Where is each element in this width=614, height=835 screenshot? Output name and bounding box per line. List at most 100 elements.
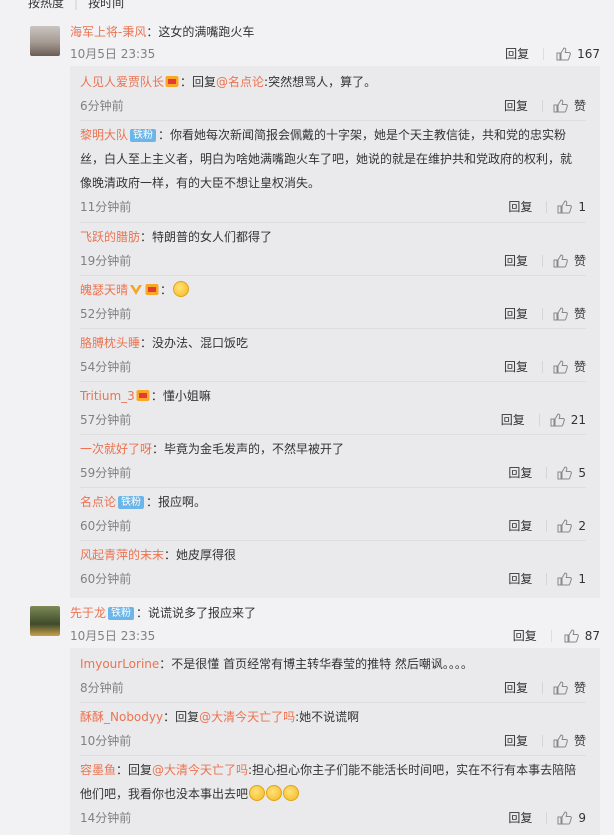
- reply-item: 一次就好了呀：毕竟为金毛发声的，不然早被开了 59分钟前 回复 5: [80, 437, 586, 488]
- reply-list: ImyourLorine：不是很懂 首页经常有博主转华春莹的推特 然后嘲讽。。。…: [70, 648, 600, 835]
- reply-meta: 11分钟前 回复 1: [80, 195, 586, 219]
- like-icon[interactable]: [557, 519, 573, 533]
- reply-button[interactable]: 回复: [505, 45, 529, 62]
- like-icon[interactable]: [553, 681, 568, 695]
- reply-actions: 回复 21: [501, 408, 586, 432]
- reply-line: 胳膊枕头睡：没办法、混口饭吃: [80, 331, 586, 355]
- reply-actions: 回复 1: [508, 567, 586, 591]
- reply-button[interactable]: 回复: [513, 627, 537, 644]
- comment-line: 海军上将-秉风：这女的满嘴跑火车: [70, 23, 254, 40]
- reply-username[interactable]: 酥酥_Nobodyy: [80, 710, 163, 724]
- reply-meta: 10分钟前 回复 赞: [80, 729, 586, 753]
- reply-username[interactable]: 风起青萍的末末: [80, 548, 164, 562]
- like-count: 赞: [573, 254, 586, 268]
- reply-line: 酥酥_Nobodyy：回复@大清今天亡了吗:她不说谎啊: [80, 705, 586, 729]
- like-icon[interactable]: [553, 307, 568, 321]
- reply-button[interactable]: 回复: [508, 514, 532, 538]
- avatar[interactable]: [30, 26, 60, 56]
- comment-time: 10月5日 23:35: [70, 47, 156, 61]
- reply-button[interactable]: 回复: [504, 249, 528, 273]
- action-divider: [538, 414, 540, 426]
- like-icon[interactable]: [557, 572, 573, 586]
- reply-button[interactable]: 回复: [508, 567, 532, 591]
- action-divider: [541, 308, 543, 320]
- reply-actions: 回复 赞: [504, 94, 586, 118]
- reply-divider: [80, 702, 586, 703]
- action-divider: [541, 255, 543, 267]
- reply-username[interactable]: Tritium_3: [80, 389, 135, 403]
- like-icon[interactable]: [550, 413, 565, 427]
- reply-divider: [80, 381, 586, 382]
- reply-button[interactable]: 回复: [504, 302, 528, 326]
- action-divider: [541, 100, 543, 112]
- fan-badge: 铁粉: [118, 496, 145, 509]
- action-divider: [550, 629, 552, 642]
- reply-actions: 回复 赞: [504, 729, 586, 753]
- comment-actions: 回复 87: [513, 627, 600, 644]
- reply-username[interactable]: 魄瑟天晴: [80, 283, 128, 297]
- comment-text: ：说谎说多了报应来了: [136, 606, 257, 620]
- reply-button[interactable]: 回复: [504, 729, 528, 753]
- reply-username[interactable]: 黎明大队: [80, 128, 128, 142]
- reply-button[interactable]: 回复: [508, 461, 532, 485]
- reply-text-cont: :突然想骂人，算了。: [264, 75, 377, 89]
- reply-username[interactable]: 人见人爱贾队长: [80, 75, 164, 89]
- action-divider: [541, 682, 543, 694]
- reply-username[interactable]: ImyourLorine: [80, 657, 159, 671]
- avatar[interactable]: [30, 606, 60, 636]
- mention-link[interactable]: @名点论: [216, 75, 264, 89]
- reply-line: 人见人爱贾队长 ：回复@名点论:突然想骂人，算了。: [80, 70, 586, 94]
- reply-text: ：没办法、混口饭吃: [140, 336, 249, 350]
- like-count: 赞: [573, 360, 586, 374]
- verified-v-icon: [130, 285, 143, 295]
- reply-line: ImyourLorine：不是很懂 首页经常有博主转华春莹的推特 然后嘲讽。。。…: [80, 652, 586, 676]
- comment-username[interactable]: 海军上将-秉风: [70, 25, 146, 39]
- vip-member-icon: [136, 390, 150, 401]
- like-icon[interactable]: [557, 200, 573, 214]
- reply-username[interactable]: 一次就好了呀: [80, 442, 152, 456]
- like-icon[interactable]: [556, 46, 571, 61]
- reply-time: 52分钟前: [80, 307, 132, 321]
- comment-time: 10月5日 23:35: [70, 629, 156, 643]
- like-icon[interactable]: [557, 811, 573, 825]
- mention-link[interactable]: @大清今天亡了吗: [152, 763, 248, 777]
- vip-member-icon: [165, 76, 179, 87]
- like-count: 赞: [573, 734, 586, 748]
- reply-list: 人见人爱贾队长 ：回复@名点论:突然想骂人，算了。 6分钟前 回复赞 黎明大队 铁粉…: [70, 66, 600, 598]
- reply-button[interactable]: 回复: [504, 676, 528, 700]
- like-icon[interactable]: [557, 466, 573, 480]
- action-divider: [541, 361, 543, 373]
- sort-bar: 按热度 | 按时间: [28, 0, 134, 10]
- reply-button[interactable]: 回复: [504, 94, 528, 118]
- reply-line: 名点论 铁粉 ：报应啊。: [80, 490, 586, 514]
- like-icon[interactable]: [553, 99, 568, 113]
- reply-button[interactable]: 回复: [504, 355, 528, 379]
- like-icon[interactable]: [564, 628, 579, 643]
- sort-by-hot[interactable]: 按热度: [28, 0, 64, 10]
- reply-item: 黎明大队 铁粉 ：你看她每次新闻简报会佩戴的十字架，她是个天主教信徒，共和党的忠实粉…: [80, 123, 586, 223]
- like-icon[interactable]: [553, 360, 568, 374]
- reply-username[interactable]: 胳膊枕头睡: [80, 336, 140, 350]
- like-count: 赞: [573, 307, 586, 321]
- like-count: 1: [578, 200, 586, 214]
- reply-divider: [80, 434, 586, 435]
- reply-item: 容墨鱼：回复@大清今天亡了吗:担心担心你主子们能不能活长时间吧，实在不行有本事去…: [80, 758, 586, 830]
- like-icon[interactable]: [553, 254, 568, 268]
- reply-divider: [80, 222, 586, 223]
- like-icon[interactable]: [553, 734, 568, 748]
- reply-item: 胳膊枕头睡：没办法、混口饭吃 54分钟前 回复 赞: [80, 331, 586, 382]
- reply-button[interactable]: 回复: [501, 408, 525, 432]
- comment-username[interactable]: 先于龙: [70, 606, 106, 620]
- mention-link[interactable]: @大清今天亡了吗: [199, 710, 295, 724]
- reply-text: ：你看她每次新闻简报会佩戴的十字架，她是个天主教信徒，共和党的忠实粉: [158, 128, 567, 142]
- reply-meta: 6分钟前 回复 赞: [80, 94, 586, 118]
- sort-divider: |: [74, 0, 79, 10]
- reply-divider: [80, 120, 586, 121]
- sort-by-time[interactable]: 按时间: [88, 0, 124, 10]
- reply-divider: [80, 275, 586, 276]
- reply-username[interactable]: 名点论: [80, 495, 116, 509]
- reply-button[interactable]: 回复: [508, 195, 532, 219]
- reply-username[interactable]: 飞跃的腊肪: [80, 230, 140, 244]
- reply-username[interactable]: 容墨鱼: [80, 763, 116, 777]
- reply-button[interactable]: 回复: [508, 806, 532, 830]
